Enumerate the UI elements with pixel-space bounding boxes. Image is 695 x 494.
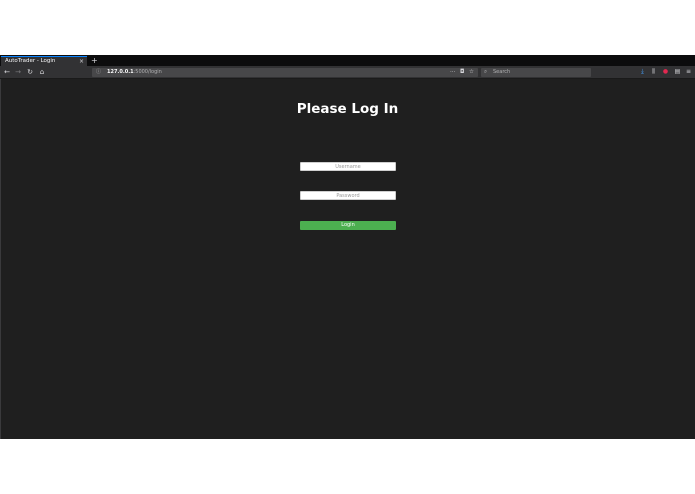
tab-title: AutoTrader - Login (5, 58, 56, 64)
back-icon[interactable]: ← (2, 67, 12, 77)
window-edge (0, 79, 1, 439)
pocket-icon[interactable]: ◘ (460, 68, 464, 77)
page-actions-icon[interactable]: ··· (450, 68, 455, 77)
page-title: Please Log In (296, 101, 399, 117)
reload-icon[interactable]: ↻ (25, 67, 35, 77)
tab-autotrader-login[interactable]: AutoTrader - Login × (1, 56, 87, 66)
sidebar-icon[interactable]: ▤ (673, 67, 682, 77)
page-content: Please Log In Login (0, 79, 695, 439)
download-icon[interactable]: ⤓ (638, 67, 647, 77)
url-host: 127.0.0.1 (107, 69, 134, 75)
search-icon: ⌕ (484, 69, 488, 75)
library-icon[interactable]: ⫼ (649, 67, 658, 77)
search-bar[interactable]: ⌕ Search (481, 68, 591, 77)
password-field[interactable] (300, 191, 396, 200)
navigation-toolbar: ← → ↻ ⌂ ⓘ 127.0.0.1:5000/login ··· ◘ ☆ ⌕… (0, 66, 695, 79)
browser-window: AutoTrader - Login × + ← → ↻ ⌂ ⓘ 127.0.0… (0, 55, 695, 439)
forward-icon[interactable]: → (13, 67, 23, 77)
login-button[interactable]: Login (300, 221, 396, 230)
url-text[interactable]: 127.0.0.1:5000/login (107, 68, 162, 77)
tab-close-icon[interactable]: × (79, 57, 84, 66)
bookmark-star-icon[interactable]: ☆ (469, 68, 474, 77)
hamburger-menu-icon[interactable]: ≡ (684, 67, 693, 77)
url-path: :5000/login (133, 69, 162, 75)
extension-icon[interactable]: ● (661, 67, 670, 77)
tab-strip: AutoTrader - Login × + (0, 55, 695, 66)
search-placeholder: Search (493, 69, 511, 75)
new-tab-button[interactable]: + (91, 55, 98, 66)
home-icon[interactable]: ⌂ (37, 67, 47, 77)
address-bar[interactable]: ⓘ 127.0.0.1:5000/login ··· ◘ ☆ (92, 68, 478, 77)
username-field[interactable] (300, 162, 396, 171)
site-info-icon[interactable]: ⓘ (96, 68, 101, 77)
